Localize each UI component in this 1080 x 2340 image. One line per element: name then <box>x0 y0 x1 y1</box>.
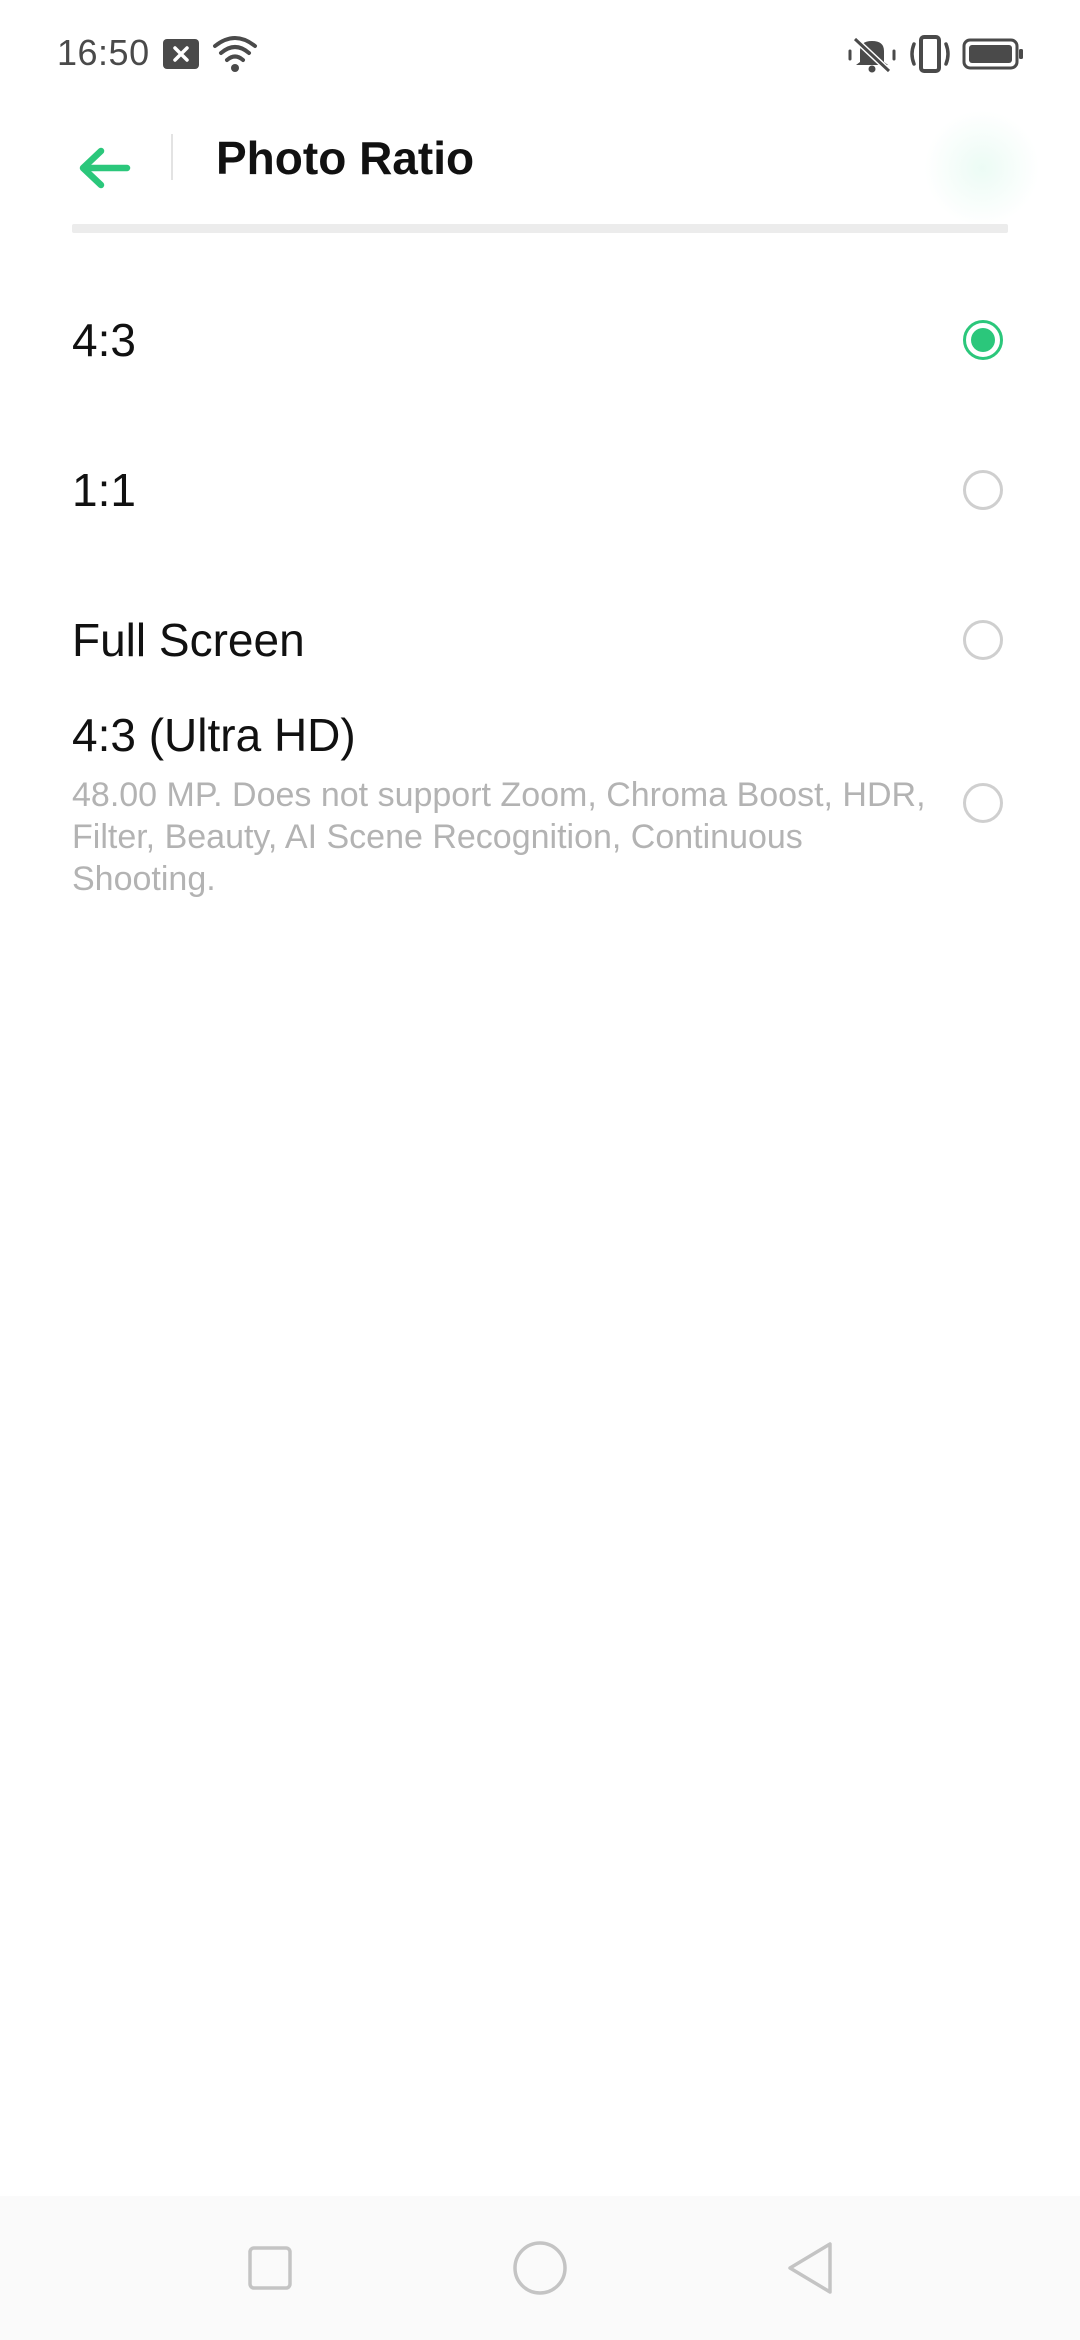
option-label: 4:3 <box>72 314 136 366</box>
option-label: Full Screen <box>72 614 305 666</box>
vibrate-icon <box>906 34 954 74</box>
option-description: 48.00 MP. Does not support Zoom, Chroma … <box>72 776 926 898</box>
radio-button[interactable] <box>963 470 1003 510</box>
app-bar: Photo Ratio <box>0 110 1080 230</box>
header-divider <box>171 134 173 180</box>
radio-button[interactable] <box>963 620 1003 660</box>
header-divider-line <box>72 224 1008 233</box>
notification-close-icon <box>162 38 200 70</box>
circle-icon <box>513 2241 567 2295</box>
recents-button[interactable] <box>238 2236 302 2300</box>
option-label: 1:1 <box>72 464 136 516</box>
back-button[interactable] <box>58 122 150 214</box>
bell-off-icon <box>848 34 896 74</box>
header-ripple <box>924 110 1040 226</box>
option-full-screen[interactable]: Full Screen <box>0 550 1080 700</box>
battery-icon <box>962 38 1024 70</box>
wifi-icon <box>212 34 258 74</box>
ratio-options-list: 4:3 1:1 Full Screen 4:3 (Ultra HD) 48.00… <box>0 250 1080 940</box>
nav-back-button[interactable] <box>778 2236 842 2300</box>
option-label: 4:3 (Ultra HD) <box>72 709 356 761</box>
radio-button-selected[interactable] <box>963 320 1003 360</box>
status-bar: 16:50 <box>0 0 1080 110</box>
arrow-left-icon <box>79 147 131 189</box>
option-4-3[interactable]: 4:3 <box>0 250 1080 400</box>
option-1-1[interactable]: 1:1 <box>0 400 1080 550</box>
square-icon <box>248 2246 292 2290</box>
photo-ratio-screen: 16:50 Photo Ratio 4:3 1:1 Full Screen 4:… <box>0 0 1080 2340</box>
navigation-bar <box>0 2196 1080 2340</box>
home-button[interactable] <box>508 2236 572 2300</box>
triangle-back-icon <box>788 2242 832 2294</box>
page-title: Photo Ratio <box>216 132 475 184</box>
radio-button[interactable] <box>963 783 1003 823</box>
option-4-3-ultra-hd[interactable]: 4:3 (Ultra HD) 48.00 MP. Does not suppor… <box>0 700 1080 940</box>
status-time: 16:50 <box>57 32 150 73</box>
